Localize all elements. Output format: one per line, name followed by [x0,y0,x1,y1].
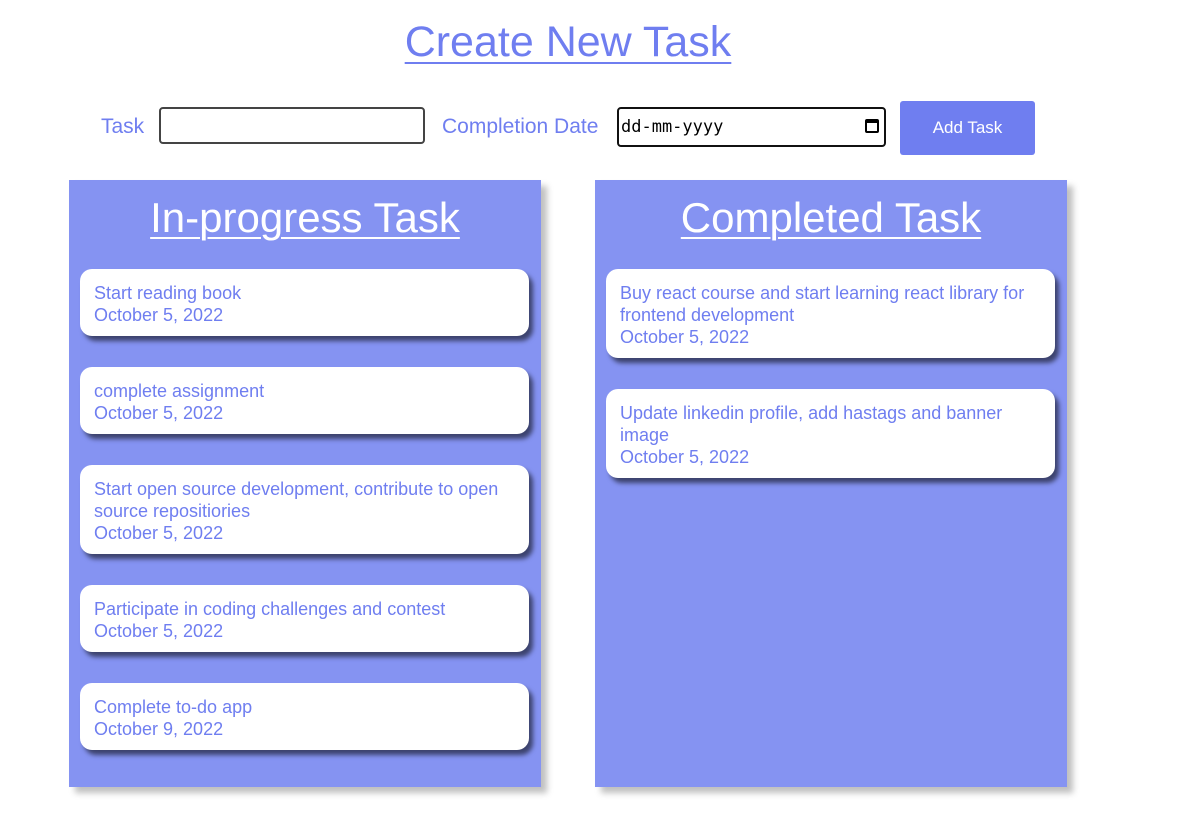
task-date: October 9, 2022 [94,719,224,739]
task-card[interactable]: Update linkedin profile, add hastags and… [606,389,1055,478]
task-date: October 5, 2022 [620,447,750,467]
task-date: October 5, 2022 [620,327,750,347]
task-text: Participate in coding challenges and con… [94,599,446,619]
task-date: October 5, 2022 [94,523,224,543]
task-card[interactable]: Participate in coding challenges and con… [80,585,529,652]
task-text: Start open source development, contribut… [94,479,499,521]
add-task-button[interactable]: Add Task [900,101,1035,155]
task-card[interactable]: Complete to-do app October 9, 2022 [80,683,529,750]
task-card[interactable]: complete assignment October 5, 2022 [80,367,529,434]
task-text: Buy react course and start learning reac… [620,283,1025,325]
task-text: Complete to-do app [94,697,253,717]
task-label: Task [101,115,145,138]
task-text: complete assignment [94,381,265,401]
task-date: October 5, 2022 [94,621,224,641]
calendar-icon[interactable] [865,119,879,133]
date-placeholder: dd-mm-yyyy [621,117,724,137]
task-card[interactable]: Start open source development, contribut… [80,465,529,554]
completed-title: Completed Task [680,194,982,241]
task-card[interactable]: Buy react course and start learning reac… [606,269,1055,358]
in-progress-title: In-progress Task [150,194,460,241]
task-date: October 5, 2022 [94,305,224,325]
page-title: Create New Task [404,18,732,66]
task-input[interactable] [159,107,425,144]
completion-date-input[interactable]: dd-mm-yyyy [617,107,886,147]
task-card[interactable]: Start reading book October 5, 2022 [80,269,529,336]
in-progress-panel: In-progress Task Start reading book Octo… [69,180,541,787]
completed-panel: Completed Task Buy react course and star… [595,180,1067,787]
task-text: Update linkedin profile, add hastags and… [620,403,1003,445]
task-text: Start reading book [94,283,242,303]
task-date: October 5, 2022 [94,403,224,423]
completion-date-label: Completion Date [442,115,599,138]
